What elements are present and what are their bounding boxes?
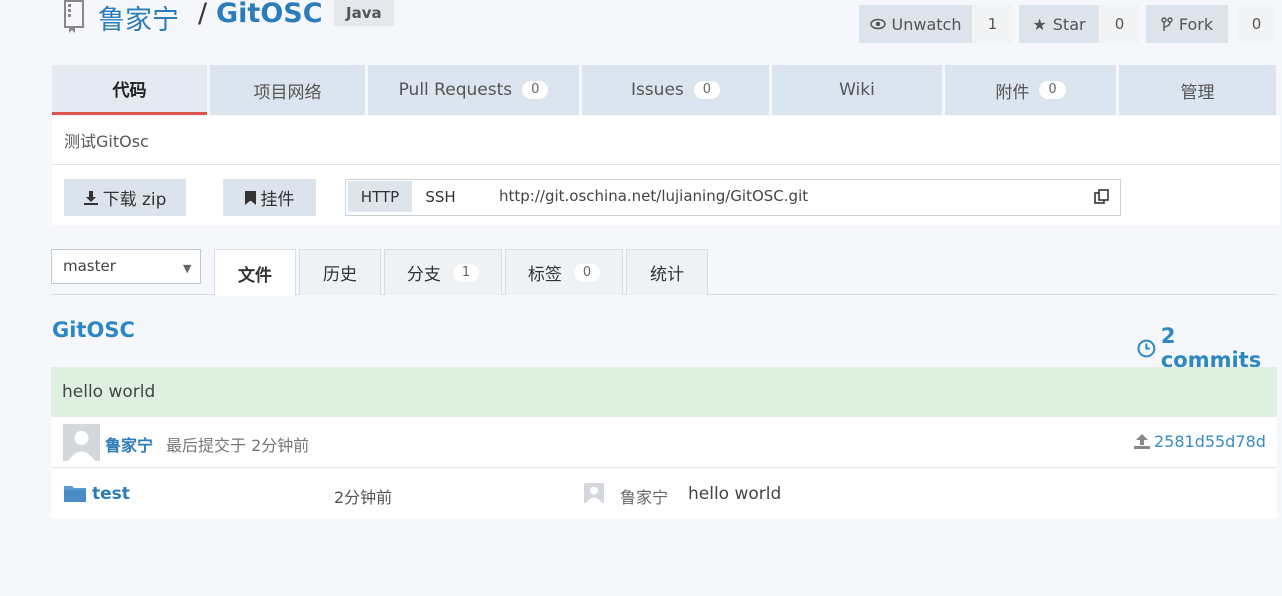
project-title[interactable]: GitOSC	[52, 318, 135, 342]
subtab-label: 历史	[323, 265, 357, 285]
protocol-ssh-button[interactable]: SSH	[412, 181, 469, 212]
widget-button[interactable]: 挂件	[223, 179, 316, 216]
subtab-tags[interactable]: 标签 0	[505, 249, 623, 295]
commit-author-link[interactable]: 鲁家宁	[105, 432, 153, 456]
avatar[interactable]	[63, 424, 100, 461]
download-icon	[83, 190, 98, 205]
tab-label: Issues	[630, 80, 684, 100]
commit-time: 最后提交于 2分钟前	[166, 436, 310, 455]
subtab-stats[interactable]: 统计	[626, 249, 708, 295]
commit-sha: 2581d55d78d	[1154, 432, 1266, 451]
count-badge: 0	[1039, 81, 1066, 99]
tab-code[interactable]: 代码	[52, 65, 207, 115]
protocol-http-button[interactable]: HTTP	[348, 181, 412, 212]
fork-icon	[1161, 16, 1173, 31]
copy-url-button[interactable]	[1087, 182, 1117, 212]
fork-button[interactable]: Fork	[1146, 5, 1228, 43]
fork-count[interactable]: 0	[1239, 5, 1274, 43]
eye-icon	[869, 18, 886, 30]
repo-icon	[64, 0, 84, 33]
commit-sha-link[interactable]: 2581d55d78d	[1134, 432, 1266, 451]
upload-icon	[1134, 434, 1150, 449]
subtab-label: 统计	[650, 265, 684, 285]
commits-link[interactable]: 2 commits	[1137, 324, 1282, 372]
fork-label: Fork	[1178, 14, 1214, 34]
language-badge: Java	[334, 0, 394, 26]
tab-label: 管理	[1180, 82, 1215, 103]
tab-pull-requests[interactable]: Pull Requests 0	[368, 65, 579, 115]
subtab-label: 文件	[238, 265, 272, 286]
tab-label: Wiki	[839, 80, 875, 100]
repo-path-separator: /	[198, 0, 208, 29]
repo-owner-link[interactable]: 鲁家宁	[98, 0, 179, 37]
file-name-link[interactable]: test	[92, 484, 130, 504]
count-badge: 0	[693, 81, 721, 99]
repo-name-link[interactable]: GitOSC	[216, 0, 323, 29]
tab-attachments[interactable]: 附件 0	[945, 65, 1116, 115]
copy-icon	[1094, 189, 1109, 204]
tab-network[interactable]: 项目网络	[210, 65, 365, 115]
subtab-label: 标签	[527, 265, 562, 285]
subtab-history[interactable]: 历史	[299, 249, 381, 295]
folder-icon	[64, 486, 86, 502]
subtab-files[interactable]: 文件	[214, 249, 296, 296]
tab-wiki[interactable]: Wiki	[772, 65, 942, 115]
file-commit-message[interactable]: hello world	[688, 484, 781, 504]
download-zip-button[interactable]: 下载 zip	[64, 179, 186, 216]
tab-label: 附件	[995, 82, 1030, 103]
avatar	[584, 483, 604, 503]
tab-label: Pull Requests	[398, 80, 513, 100]
tab-label: 代码	[112, 81, 147, 101]
subtab-label: 分支	[406, 265, 441, 285]
star-button[interactable]: ★ Star	[1019, 5, 1099, 43]
file-time: 2分钟前	[334, 488, 393, 507]
branch-select[interactable]: master	[51, 249, 201, 284]
clock-icon	[1137, 339, 1156, 357]
tab-admin[interactable]: 管理	[1119, 65, 1276, 115]
tab-label: 项目网络	[253, 82, 322, 103]
chevron-down-icon: ▼	[183, 262, 192, 275]
star-label: Star	[1052, 14, 1086, 34]
file-author: 鲁家宁	[620, 488, 669, 507]
description-bar	[52, 116, 1280, 165]
download-label: 下载 zip	[102, 190, 167, 210]
count-badge: 1	[452, 263, 480, 282]
unwatch-button[interactable]: Unwatch	[859, 5, 972, 43]
star-count[interactable]: 0	[1100, 5, 1139, 43]
star-icon: ★	[1032, 14, 1047, 34]
repo-description: 测试GitOsc	[64, 132, 149, 151]
commits-count: 2 commits	[1160, 324, 1262, 372]
unwatch-label: Unwatch	[891, 14, 962, 34]
clone-url-input[interactable]: http://git.oschina.net/lujianing/GitOSC.…	[499, 187, 808, 205]
bookmark-icon	[244, 190, 256, 205]
watch-count[interactable]: 1	[973, 5, 1012, 43]
commit-message-bar	[51, 367, 1277, 417]
count-badge: 0	[522, 81, 549, 99]
count-badge: 0	[573, 263, 601, 282]
subtab-branches[interactable]: 分支 1	[384, 249, 502, 295]
widget-label: 挂件	[260, 190, 295, 210]
commit-message: hello world	[62, 382, 156, 402]
tab-issues[interactable]: Issues 0	[582, 65, 769, 115]
